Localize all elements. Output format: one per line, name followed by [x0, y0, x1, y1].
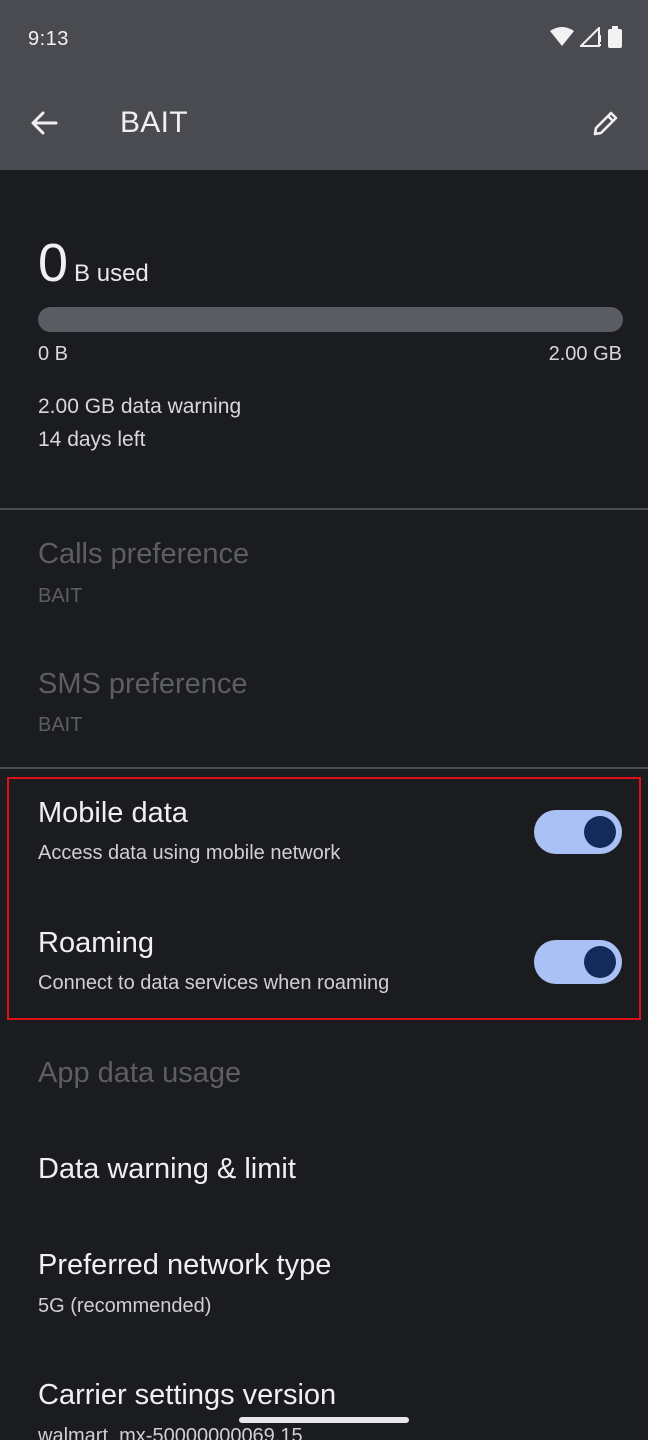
data-warning-limit-item[interactable]: Data warning & limit: [38, 1153, 296, 1186]
usage-range-max: 2.00 GB: [548, 343, 622, 365]
page-title: BAIT: [120, 106, 188, 139]
toggle-knob: [584, 946, 616, 978]
app-data-usage-item: App data usage: [38, 1057, 242, 1089]
roaming-toggle[interactable]: [534, 940, 622, 984]
divider: [0, 767, 648, 769]
cell-signal-icon: [580, 27, 602, 47]
calls-preference-value: BAIT: [38, 585, 83, 607]
battery-icon: [608, 26, 622, 48]
usage-range-min: 0 B: [38, 343, 69, 365]
mobile-data-toggle[interactable]: [534, 810, 622, 854]
home-indicator[interactable]: [239, 1417, 409, 1423]
data-usage-summary: 0 B used: [38, 236, 149, 290]
arrow-left-icon: [30, 111, 58, 140]
usage-unit: B used: [74, 260, 149, 287]
toggle-knob: [584, 816, 616, 848]
roaming-subtitle: Connect to data services when roaming: [38, 972, 390, 994]
preferred-network-type-title: Preferred network type: [38, 1249, 332, 1281]
calls-preference-title: Calls preference: [38, 538, 250, 570]
usage-progress-bar: [38, 307, 623, 332]
preferred-network-type-value: 5G (recommended): [38, 1295, 212, 1317]
back-button[interactable]: [22, 103, 66, 147]
pencil-icon: [591, 108, 621, 143]
usage-amount: 0: [38, 233, 69, 293]
top-app-bar: 9:13 BAIT: [0, 0, 648, 170]
sms-preference-value: BAIT: [38, 714, 83, 736]
roaming-title: Roaming: [38, 927, 155, 959]
sms-preference-title: SMS preference: [38, 668, 248, 700]
status-time: 9:13: [28, 28, 69, 50]
days-left-text: 14 days left: [38, 428, 146, 451]
mobile-data-subtitle: Access data using mobile network: [38, 842, 341, 864]
carrier-settings-version-title: Carrier settings version: [38, 1379, 337, 1411]
carrier-settings-version-value: walmart_mx-50000000069.15: [38, 1425, 303, 1440]
mobile-data-title: Mobile data: [38, 797, 188, 829]
mobile-network-settings-screen: 9:13 BAIT 0 B used 0 B 2.00 GB 2.00 GB d…: [0, 0, 648, 1440]
data-warning-text: 2.00 GB data warning: [38, 395, 242, 418]
status-icons: [550, 26, 622, 48]
wifi-icon: [550, 27, 574, 47]
edit-button[interactable]: [584, 103, 628, 147]
divider: [0, 508, 648, 510]
